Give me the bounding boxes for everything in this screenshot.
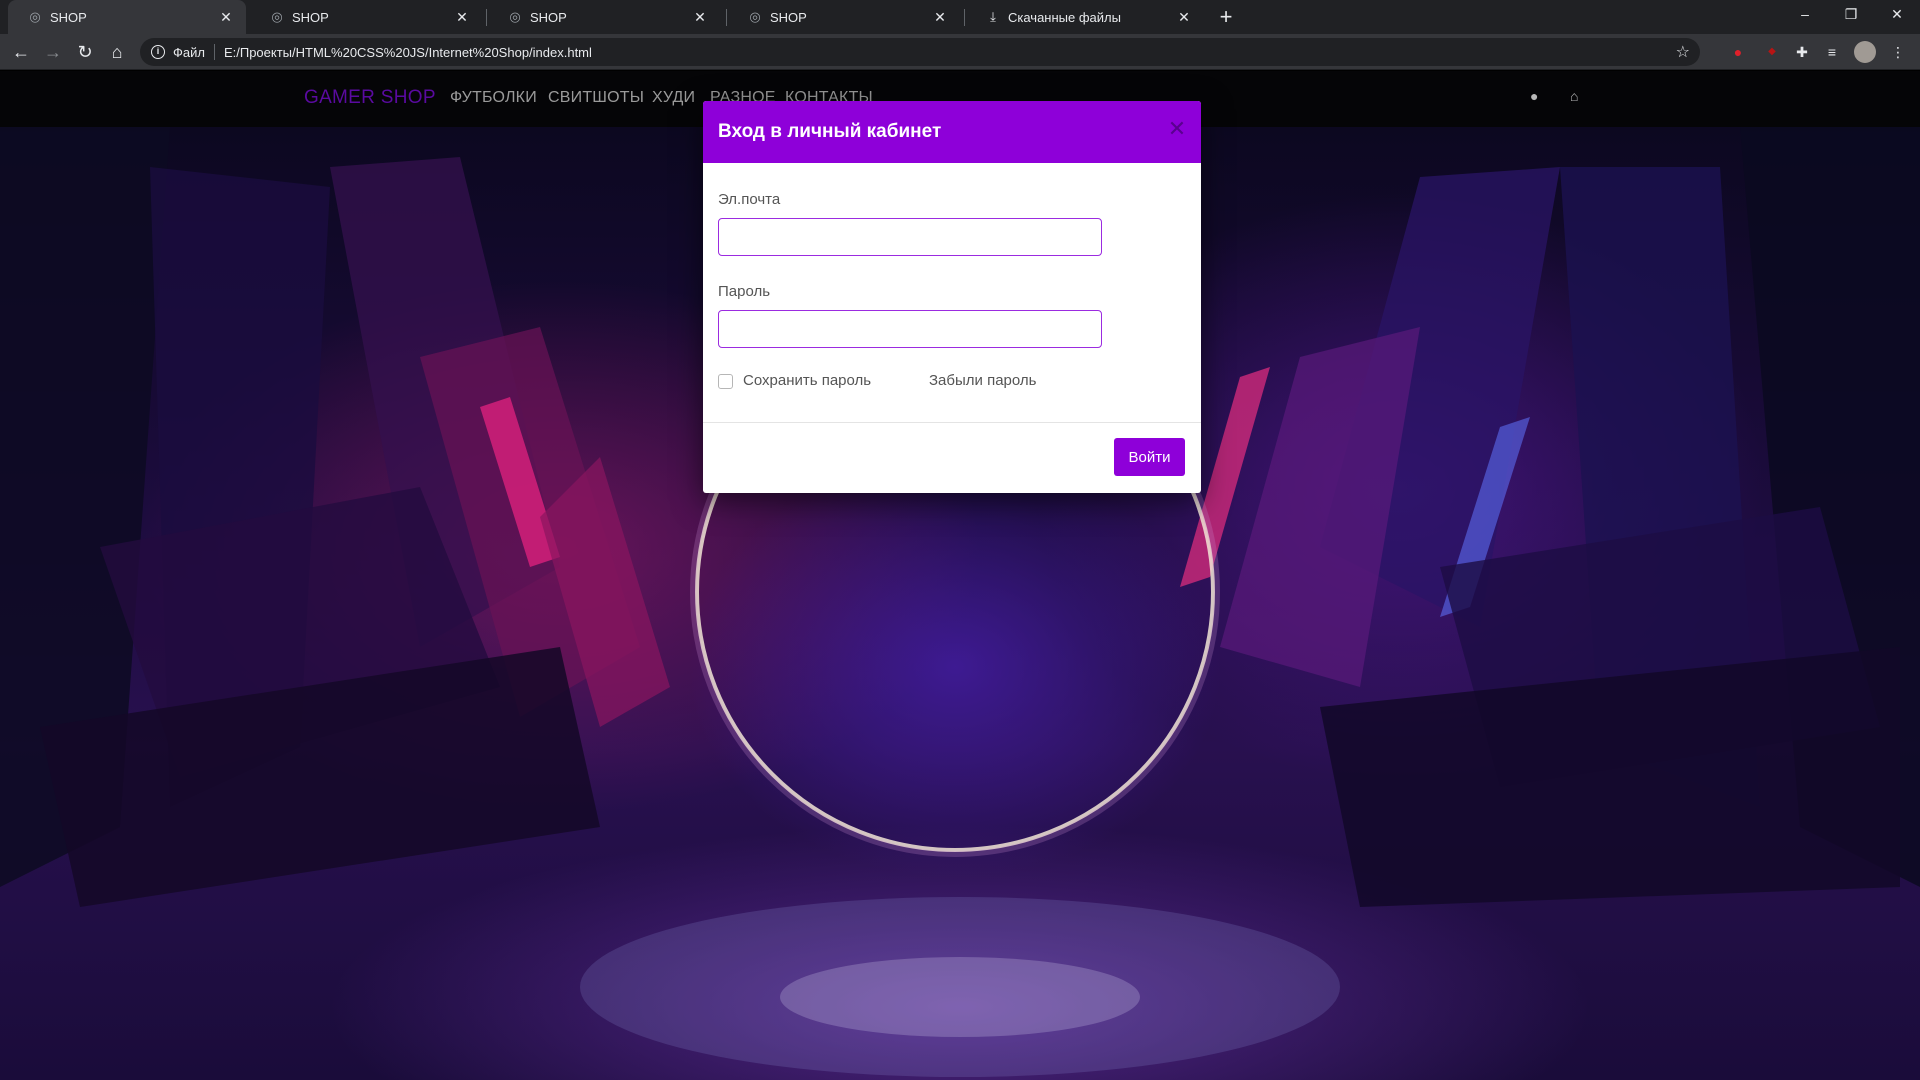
address-url[interactable]: E:/Проекты/HTML%20CSS%20JS/Internet%20Sh…: [224, 45, 592, 60]
close-tab-icon[interactable]: ✕: [216, 9, 236, 26]
globe-icon: ◎: [271, 9, 283, 24]
password-field[interactable]: [718, 310, 1102, 348]
globe-icon: ◎: [509, 9, 521, 24]
browser-tab[interactable]: ◎ SHOP ✕: [488, 0, 720, 34]
tab-separator: [726, 9, 727, 26]
address-bar[interactable]: i Файл E:/Проекты/HTML%20CSS%20JS/Intern…: [140, 38, 1700, 66]
more-menu-icon[interactable]: ⋮: [1888, 42, 1908, 62]
new-tab-icon[interactable]: +: [1212, 3, 1240, 31]
tab-title: SHOP: [530, 9, 567, 25]
modal-title: Вход в личный кабинет: [718, 121, 942, 142]
address-scheme-label: Файл: [173, 44, 205, 60]
minimize-icon[interactable]: –: [1782, 0, 1828, 30]
tab-title: SHOP: [50, 9, 87, 25]
close-tab-icon[interactable]: ✕: [690, 9, 710, 26]
download-icon: ⤓: [990, 9, 996, 24]
browser-tab-strip: ◎ SHOP ✕ ◎ SHOP ✕ ◎ SHOP ✕ ◎ SHOP ✕ ⤓ Ск…: [0, 0, 1920, 34]
address-divider: [213, 44, 215, 60]
browser-tab[interactable]: ◎ SHOP ✕: [250, 0, 482, 34]
site-brand-logo[interactable]: GAMER SHOP: [304, 87, 436, 109]
globe-icon: ◎: [29, 9, 41, 24]
page-viewport: GAMER SHOP ФУТБОЛКИ СВИТШОТЫ ХУДИ РАЗНОЕ…: [0, 71, 1920, 1080]
home-icon[interactable]: ⌂: [104, 39, 130, 65]
restore-icon[interactable]: ❐: [1828, 0, 1874, 30]
close-tab-icon[interactable]: ✕: [452, 9, 472, 26]
remember-password-checkbox[interactable]: [718, 374, 733, 389]
bookmark-star-icon[interactable]: ☆: [1676, 42, 1690, 62]
reload-icon[interactable]: ↻: [72, 39, 98, 65]
browser-tab[interactable]: ⤓ Скачанные файлы ✕: [966, 0, 1204, 34]
email-field[interactable]: [718, 218, 1102, 256]
tab-title: Скачанные файлы: [1008, 9, 1121, 25]
login-modal: Вход в личный кабинет ✕ Эл.почта Пароль …: [703, 101, 1201, 493]
modal-footer: Войти: [703, 423, 1201, 493]
browser-tab[interactable]: ◎ SHOP ✕: [728, 0, 960, 34]
close-tab-icon[interactable]: ✕: [930, 9, 950, 26]
close-window-icon[interactable]: ✕: [1874, 0, 1920, 30]
profile-avatar-icon[interactable]: [1854, 41, 1876, 63]
nav-link-tshirts[interactable]: ФУТБОЛКИ: [450, 89, 537, 107]
info-icon[interactable]: i: [151, 45, 165, 59]
back-icon[interactable]: ←: [8, 39, 34, 65]
extensions-puzzle-icon[interactable]: ✚: [1792, 42, 1812, 62]
ublock-extension-icon[interactable]: ◆: [1762, 42, 1782, 62]
close-icon[interactable]: ✕: [1167, 118, 1187, 140]
modal-body: Эл.почта Пароль Сохранить пароль Забыли …: [703, 163, 1201, 423]
opera-extension-icon[interactable]: ●: [1728, 42, 1748, 62]
close-tab-icon[interactable]: ✕: [1174, 9, 1194, 26]
browser-tab[interactable]: ◎ SHOP ✕: [8, 0, 246, 34]
tab-title: SHOP: [770, 9, 807, 25]
password-label: Пароль: [718, 283, 771, 300]
tab-title: SHOP: [292, 9, 329, 25]
basket-icon[interactable]: ⌂: [1570, 88, 1578, 104]
forward-icon[interactable]: →: [40, 39, 66, 65]
remember-password-label[interactable]: Сохранить пароль: [743, 372, 871, 389]
email-label: Эл.почта: [718, 191, 781, 208]
user-icon[interactable]: ●: [1530, 88, 1538, 104]
browser-toolbar: ← → ↻ ⌂ i Файл E:/Проекты/HTML%20CSS%20J…: [0, 34, 1920, 70]
tab-separator: [486, 9, 487, 26]
media-queue-icon[interactable]: ≡: [1822, 42, 1842, 62]
modal-header: Вход в личный кабинет ✕: [703, 101, 1201, 163]
nav-link-sweatshirts[interactable]: СВИТШОТЫ: [548, 89, 644, 107]
globe-icon: ◎: [749, 9, 761, 24]
nav-link-hoodies[interactable]: ХУДИ: [652, 89, 695, 107]
forgot-password-link[interactable]: Забыли пароль: [929, 372, 1036, 389]
tab-separator: [964, 9, 965, 26]
login-button[interactable]: Войти: [1114, 438, 1185, 476]
